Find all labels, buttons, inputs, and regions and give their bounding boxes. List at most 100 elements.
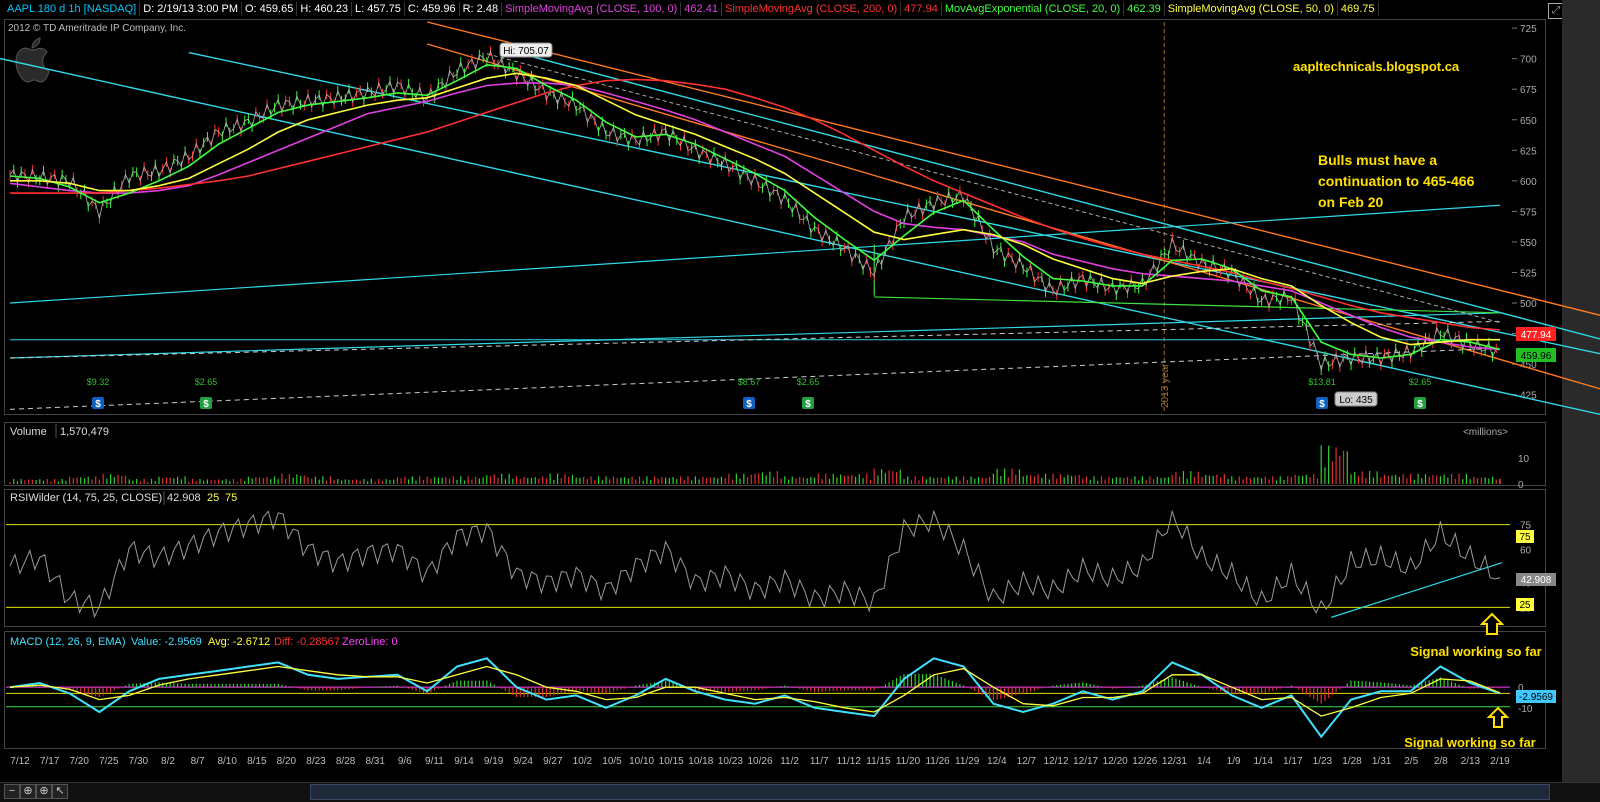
x-tick-label: 1/9 xyxy=(1227,756,1241,767)
rsi-tick-label: 60 xyxy=(1520,545,1532,556)
price-tick-label: 600 xyxy=(1520,177,1537,188)
x-tick-label: 11/20 xyxy=(896,756,921,767)
x-tick-label: 10/10 xyxy=(629,756,654,767)
volume-tick-label: 10 xyxy=(1518,454,1530,465)
signal-arrow-icon-1 xyxy=(1479,612,1505,635)
volume-tick-label: 0 xyxy=(1518,480,1524,491)
x-tick-label: 10/2 xyxy=(573,756,593,767)
chart-canvas: 7257006756506256005755505255004754504252… xyxy=(0,21,1600,767)
x-tick-label: 12/20 xyxy=(1103,756,1128,767)
dividend-label: $2.65 xyxy=(797,377,820,387)
moving-average-line xyxy=(9,63,1501,359)
x-tick-label: 12/26 xyxy=(1132,756,1157,767)
x-tick-label: 10/23 xyxy=(718,756,743,767)
dividend-label: $13.81 xyxy=(1308,377,1336,387)
x-tick-label: 12/12 xyxy=(1043,756,1068,767)
macd-line xyxy=(9,665,1501,717)
x-tick-label: 9/24 xyxy=(513,756,533,767)
x-tick-label: 12/31 xyxy=(1162,756,1187,767)
signal-arrow-icon-2 xyxy=(1486,706,1510,728)
chart-window: AAPL 180 d 1h [NASDAQ] D: 2/19/13 3:00 PM… xyxy=(0,0,1600,802)
x-tick-label: 9/19 xyxy=(484,756,504,767)
close-badge: 459.96 xyxy=(1521,351,1552,362)
volume-title: Volume xyxy=(10,426,47,438)
x-tick-label: 8/10 xyxy=(217,756,237,767)
zoom-fit-icon[interactable]: ⊕ xyxy=(36,784,52,799)
dividend-icon-glyph: $ xyxy=(1319,399,1325,410)
x-tick-label: 2/5 xyxy=(1404,756,1418,767)
volume-unit: <millions> xyxy=(1463,427,1508,438)
x-tick-label: 7/25 xyxy=(99,756,119,767)
macd-zeroline: ZeroLine: 0 xyxy=(342,636,398,648)
price-tick-label: 575 xyxy=(1520,207,1537,218)
moving-average-line xyxy=(9,82,1501,351)
x-tick-label: 7/12 xyxy=(10,756,30,767)
trend-line xyxy=(427,43,1600,390)
trend-line xyxy=(874,296,1501,314)
dividend-icon-glyph: $ xyxy=(1417,399,1423,410)
moving-average-line xyxy=(10,72,1500,346)
cursor-icon[interactable]: ↖ xyxy=(52,784,68,799)
time-scrollbar[interactable] xyxy=(310,784,1550,800)
macd-diff: Diff: -0.28567 xyxy=(274,636,340,648)
dividend-icon-glyph: $ xyxy=(95,399,101,410)
macd-avg: Avg: -2.6712 xyxy=(208,636,270,648)
hi-label: Hi: 705.07 xyxy=(503,46,549,57)
x-tick-label: 2/13 xyxy=(1461,756,1481,767)
note-line-3: on Feb 20 xyxy=(1318,194,1384,210)
zoom-out-icon[interactable]: − xyxy=(4,784,20,799)
note-line-2: continuation to 465-466 xyxy=(1318,173,1475,189)
price-tick-label: 650 xyxy=(1520,116,1537,127)
x-tick-label: 9/27 xyxy=(543,756,563,767)
x-tick-label: 1/31 xyxy=(1372,756,1392,767)
lo-label: Lo: 435 xyxy=(1339,395,1373,406)
x-tick-label: 11/15 xyxy=(866,756,891,767)
x-tick-label: 10/15 xyxy=(659,756,684,767)
dividend-label: $2.65 xyxy=(195,377,218,387)
x-tick-label: 11/26 xyxy=(925,756,950,767)
x-tick-label: 7/20 xyxy=(69,756,89,767)
trend-line xyxy=(516,51,1600,340)
x-tick-label: 10/18 xyxy=(688,756,713,767)
price-tick-label: 675 xyxy=(1520,85,1537,96)
signal-annotation-2: Signal working so far xyxy=(1404,735,1535,750)
zoom-in-icon[interactable]: ⊕ xyxy=(20,784,36,799)
signal-annotation-1: Signal working so far xyxy=(1410,644,1541,659)
price-tick-label: 725 xyxy=(1520,24,1537,35)
trend-line xyxy=(0,57,1600,416)
year-marker-label: 2013 year xyxy=(1160,363,1171,408)
x-tick-label: 1/28 xyxy=(1342,756,1362,767)
note-line-1: Bulls must have a xyxy=(1318,152,1437,168)
volume-value: 1,570,479 xyxy=(60,426,109,438)
blog-annotation: aapltechnicals.blogspot.ca xyxy=(1293,59,1460,74)
dividend-label: $2.65 xyxy=(1409,377,1432,387)
price-tick-label: 625 xyxy=(1520,146,1537,157)
x-tick-label: 1/23 xyxy=(1313,756,1333,767)
x-tick-label: 12/7 xyxy=(1017,756,1037,767)
x-tick-label: 8/15 xyxy=(247,756,267,767)
x-tick-label: 7/17 xyxy=(40,756,60,767)
x-tick-label: 9/6 xyxy=(398,756,412,767)
x-tick-label: 9/14 xyxy=(454,756,474,767)
macd-tick-label: -10 xyxy=(1518,704,1533,715)
x-tick-label: 8/20 xyxy=(277,756,297,767)
macd-line xyxy=(9,657,1501,739)
price-line xyxy=(9,49,1497,371)
x-tick-label: 8/28 xyxy=(336,756,356,767)
rsi-line xyxy=(9,509,1501,619)
x-tick-label: 10/26 xyxy=(747,756,772,767)
dividend-icon-glyph: $ xyxy=(203,399,209,410)
macd-value-badge: -2.9569 xyxy=(1519,692,1553,703)
rsi-title: RSIWilder (14, 75, 25, CLOSE) xyxy=(10,492,162,504)
x-tick-label: 11/29 xyxy=(955,756,980,767)
rsi-value: 42.908 xyxy=(167,492,201,504)
price-tick-label: 500 xyxy=(1520,299,1537,310)
x-tick-label: 11/2 xyxy=(780,756,799,767)
dividend-icon-glyph: $ xyxy=(746,399,752,410)
x-tick-label: 1/4 xyxy=(1197,756,1211,767)
rsi-trend-line xyxy=(1331,562,1503,618)
rsi-high: 75 xyxy=(225,492,237,504)
x-tick-label: 11/7 xyxy=(810,756,829,767)
dividend-icon-glyph: $ xyxy=(805,399,811,410)
x-tick-label: 8/31 xyxy=(365,756,385,767)
